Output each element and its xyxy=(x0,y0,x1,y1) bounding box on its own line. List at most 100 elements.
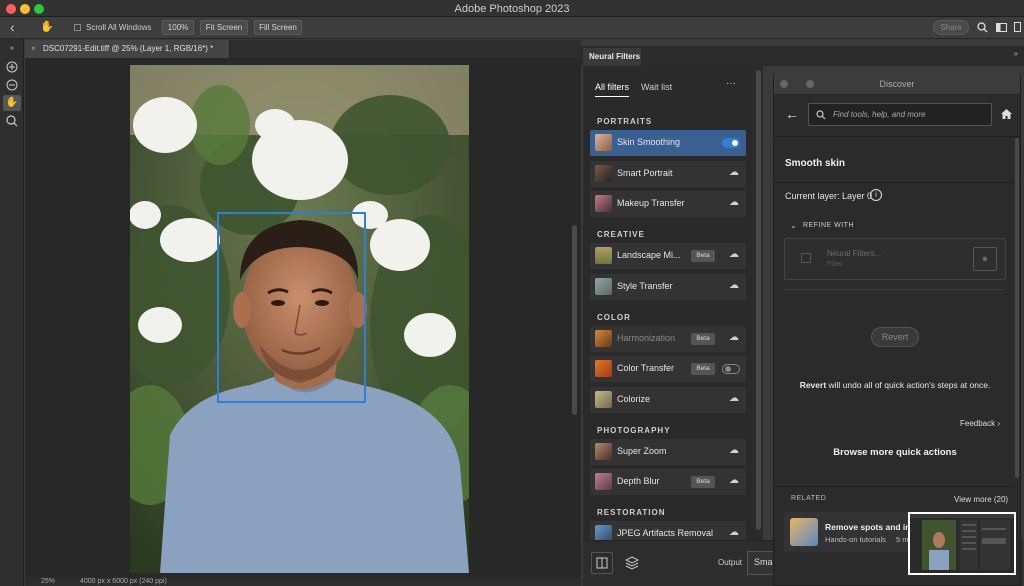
filter-smart-portrait[interactable]: Smart Portrait ☁ xyxy=(590,161,746,187)
filter-label: Color Transfer xyxy=(617,363,675,373)
feedback-link[interactable]: Feedback › xyxy=(960,419,1000,428)
preview-toggle-button[interactable] xyxy=(591,552,613,574)
super-zoom-thumb xyxy=(595,443,612,460)
filter-list-scrollbar[interactable] xyxy=(756,70,761,530)
refine-neural-filters-item[interactable]: Neural Filters... Filter ● xyxy=(784,238,1006,280)
title-bar: Adobe Photoshop 2023 xyxy=(0,0,1024,17)
filter-label: Depth Blur xyxy=(617,476,660,486)
cloud-download-icon[interactable]: ☁ xyxy=(728,475,740,487)
zoom-tool-icon[interactable] xyxy=(6,115,18,127)
discover-scrollbar[interactable] xyxy=(1015,138,1019,478)
back-chevron-icon[interactable]: ‹ xyxy=(10,19,15,35)
filter-colorize[interactable]: Colorize ☁ xyxy=(590,387,746,413)
filter-label: Smart Portrait xyxy=(617,168,673,178)
filter-jpeg-artifacts[interactable]: JPEG Artifacts Removal ☁ xyxy=(590,521,746,540)
cloud-download-icon[interactable]: ☁ xyxy=(728,167,740,179)
revert-button[interactable]: Revert xyxy=(871,327,919,347)
discover-title-bar: Discover xyxy=(774,74,1020,94)
filter-harmonization[interactable]: Harmonization Beta ☁ xyxy=(590,326,746,352)
refine-settings-button[interactable]: ● xyxy=(973,247,997,271)
landscape-mixer-thumb xyxy=(595,247,612,264)
tab-wait-list[interactable]: Wait list xyxy=(641,82,672,92)
collapse-toolbar-icon[interactable]: » xyxy=(4,41,20,57)
cloud-download-icon[interactable]: ☁ xyxy=(728,393,740,405)
layers-icon[interactable] xyxy=(625,556,639,570)
revert-bold: Revert xyxy=(799,380,827,390)
zoom-out-icon[interactable] xyxy=(6,79,18,91)
cloud-download-icon[interactable]: ☁ xyxy=(728,197,740,209)
cloud-download-icon[interactable]: ☁ xyxy=(728,332,740,344)
filter-label: Makeup Transfer xyxy=(617,198,685,208)
filter-style-transfer[interactable]: Style Transfer ☁ xyxy=(590,274,746,300)
filter-depth-blur[interactable]: Depth Blur Beta ☁ xyxy=(590,469,746,495)
skin-smoothing-toggle[interactable] xyxy=(722,138,740,148)
filter-label: Super Zoom xyxy=(617,446,667,456)
status-bar: 25% 4000 px x 6000 px (240 ppi) xyxy=(25,577,581,586)
view-more-link[interactable]: View more (20) xyxy=(954,495,1008,504)
document-tab[interactable]: × DSC07291-Edit.tiff @ 25% (Layer 1, RGB… xyxy=(25,40,230,58)
harmonization-thumb xyxy=(595,330,612,347)
panel-arrange-icon[interactable] xyxy=(1014,22,1022,33)
canvas-scrollbar[interactable] xyxy=(572,225,577,415)
filter-color-transfer[interactable]: Color Transfer Beta xyxy=(590,356,746,382)
color-transfer-thumb xyxy=(595,360,612,377)
search-icon[interactable] xyxy=(977,22,988,33)
discover-search-input[interactable]: Find tools, help, and more xyxy=(808,103,992,126)
tutorial-title: Remove spots and imp xyxy=(825,522,919,532)
jpeg-artifacts-thumb xyxy=(595,525,612,540)
neural-filters-tab[interactable]: Neural Filters xyxy=(583,48,641,66)
info-icon[interactable]: i xyxy=(870,189,882,201)
search-placeholder: Find tools, help, and more xyxy=(833,110,926,119)
zoom-level: 25% xyxy=(41,578,56,585)
portrait-photo[interactable] xyxy=(130,65,469,573)
filter-label: Colorize xyxy=(617,394,651,404)
section-photography: PHOTOGRAPHY xyxy=(597,426,671,435)
screenshot-thumbnail[interactable] xyxy=(908,512,1016,575)
back-arrow-icon[interactable]: ← xyxy=(785,106,799,122)
share-button[interactable]: Share xyxy=(933,20,969,35)
options-bar: ‹ ✋ Scroll All Windows 100% Fit Screen F… xyxy=(0,17,1024,39)
filter-super-zoom[interactable]: Super Zoom ☁ xyxy=(590,439,746,465)
beta-badge: Beta xyxy=(691,476,715,488)
makeup-transfer-thumb xyxy=(595,195,612,212)
colorize-thumb xyxy=(595,391,612,408)
cloud-download-icon[interactable]: ☁ xyxy=(728,249,740,261)
home-icon[interactable] xyxy=(1000,108,1013,120)
hand-tool-icon[interactable]: ✋ xyxy=(3,95,21,111)
cloud-download-icon[interactable]: ☁ xyxy=(728,445,740,457)
section-creative: CREATIVE xyxy=(597,230,645,239)
feedback-label: Feedback xyxy=(960,419,996,428)
beta-badge: Beta xyxy=(691,363,715,375)
close-tab-icon[interactable]: × xyxy=(31,44,36,53)
zoom-in-icon[interactable] xyxy=(6,61,18,73)
discover-title: Discover xyxy=(879,79,915,89)
filter-landscape-mixer[interactable]: Landscape Mi... Beta ☁ xyxy=(590,243,746,269)
hand-tool-icon[interactable]: ✋ xyxy=(40,20,54,33)
fill-screen-button[interactable]: Fill Screen xyxy=(254,20,302,35)
collapse-panels-icon[interactable]: » xyxy=(1014,49,1018,58)
divider xyxy=(775,182,1020,183)
chevron-down-icon[interactable]: ⌄ xyxy=(790,221,797,230)
tutorial-thumbnail xyxy=(790,518,818,546)
beta-badge: Beta xyxy=(691,250,715,262)
fit-screen-button[interactable]: Fit Screen xyxy=(200,20,248,35)
zoom-100-button[interactable]: 100% xyxy=(162,20,194,35)
cloud-download-icon[interactable]: ☁ xyxy=(728,280,740,292)
scroll-all-checkbox[interactable] xyxy=(74,24,81,31)
skin-smoothing-thumb xyxy=(595,134,612,151)
filter-makeup-transfer[interactable]: Makeup Transfer ☁ xyxy=(590,191,746,217)
filter-label: Landscape Mi... xyxy=(617,250,681,260)
cloud-download-icon[interactable]: ☁ xyxy=(728,527,740,539)
workspace-icon[interactable] xyxy=(996,23,1008,33)
tool-bar: » ✋ xyxy=(0,39,24,586)
color-transfer-toggle[interactable] xyxy=(722,364,740,374)
section-color: COLOR xyxy=(597,313,631,322)
filter-label: Style Transfer xyxy=(617,281,673,291)
tab-all-filters[interactable]: All filters xyxy=(595,82,629,92)
filter-skin-smoothing[interactable]: Skin Smoothing xyxy=(590,130,746,156)
more-options-icon[interactable]: ··· xyxy=(726,78,736,89)
beta-badge: Beta xyxy=(691,333,715,345)
browse-more-link[interactable]: Browse more quick actions xyxy=(775,447,1015,458)
filter-label: Harmonization xyxy=(617,333,676,343)
divider xyxy=(775,136,1020,137)
